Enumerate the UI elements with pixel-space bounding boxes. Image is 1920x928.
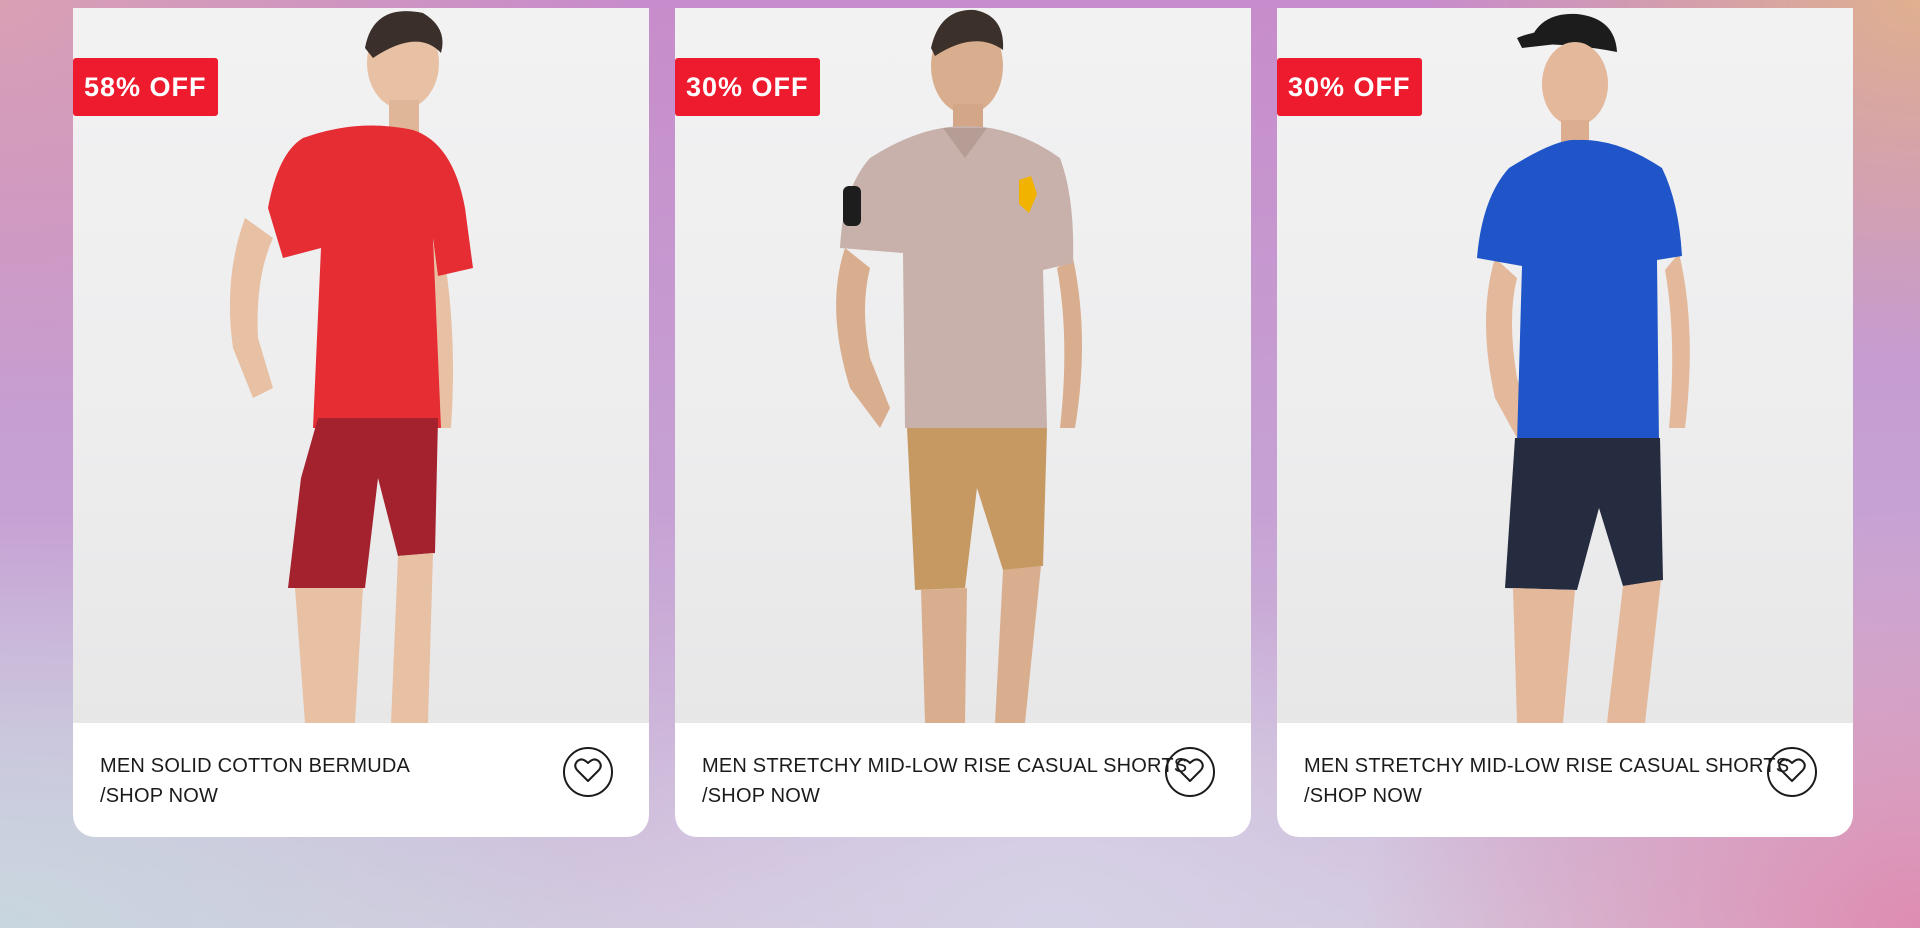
shop-now-link[interactable]: /SHOP NOW <box>702 785 820 808</box>
product-title[interactable]: MEN SOLID COTTON BERMUDA <box>100 755 410 778</box>
product-card[interactable]: 30% OFF MEN STRETCHY MID-LOW RISE CASUAL… <box>1277 8 1853 837</box>
discount-badge: 30% OFF <box>675 58 820 116</box>
shop-now-link[interactable]: /SHOP NOW <box>100 785 218 808</box>
discount-badge: 58% OFF <box>73 58 218 116</box>
wishlist-button[interactable] <box>1767 747 1817 797</box>
product-image[interactable]: 30% OFF <box>1277 8 1853 723</box>
product-grid: 58% OFF MEN SOLID COTTON BERMUDA /SHOP N… <box>0 0 1920 928</box>
heart-icon <box>1176 757 1204 788</box>
wishlist-button[interactable] <box>1165 747 1215 797</box>
product-info: MEN SOLID COTTON BERMUDA /SHOP NOW <box>73 723 649 837</box>
discount-badge: 30% OFF <box>1277 58 1422 116</box>
product-card[interactable]: 30% OFF MEN STRETCHY MID-LOW RISE CASUAL… <box>675 8 1251 837</box>
product-image[interactable]: 58% OFF <box>73 8 649 723</box>
heart-icon <box>574 757 602 788</box>
product-title[interactable]: MEN STRETCHY MID-LOW RISE CASUAL SHORTS <box>702 755 1187 778</box>
shop-now-link[interactable]: /SHOP NOW <box>1304 785 1422 808</box>
product-card[interactable]: 58% OFF MEN SOLID COTTON BERMUDA /SHOP N… <box>73 8 649 837</box>
wishlist-button[interactable] <box>563 747 613 797</box>
heart-icon <box>1778 757 1806 788</box>
product-info: MEN STRETCHY MID-LOW RISE CASUAL SHORTS … <box>1277 723 1853 837</box>
product-info: MEN STRETCHY MID-LOW RISE CASUAL SHORTS … <box>675 723 1251 837</box>
product-image[interactable]: 30% OFF <box>675 8 1251 723</box>
product-title[interactable]: MEN STRETCHY MID-LOW RISE CASUAL SHORTS <box>1304 755 1789 778</box>
